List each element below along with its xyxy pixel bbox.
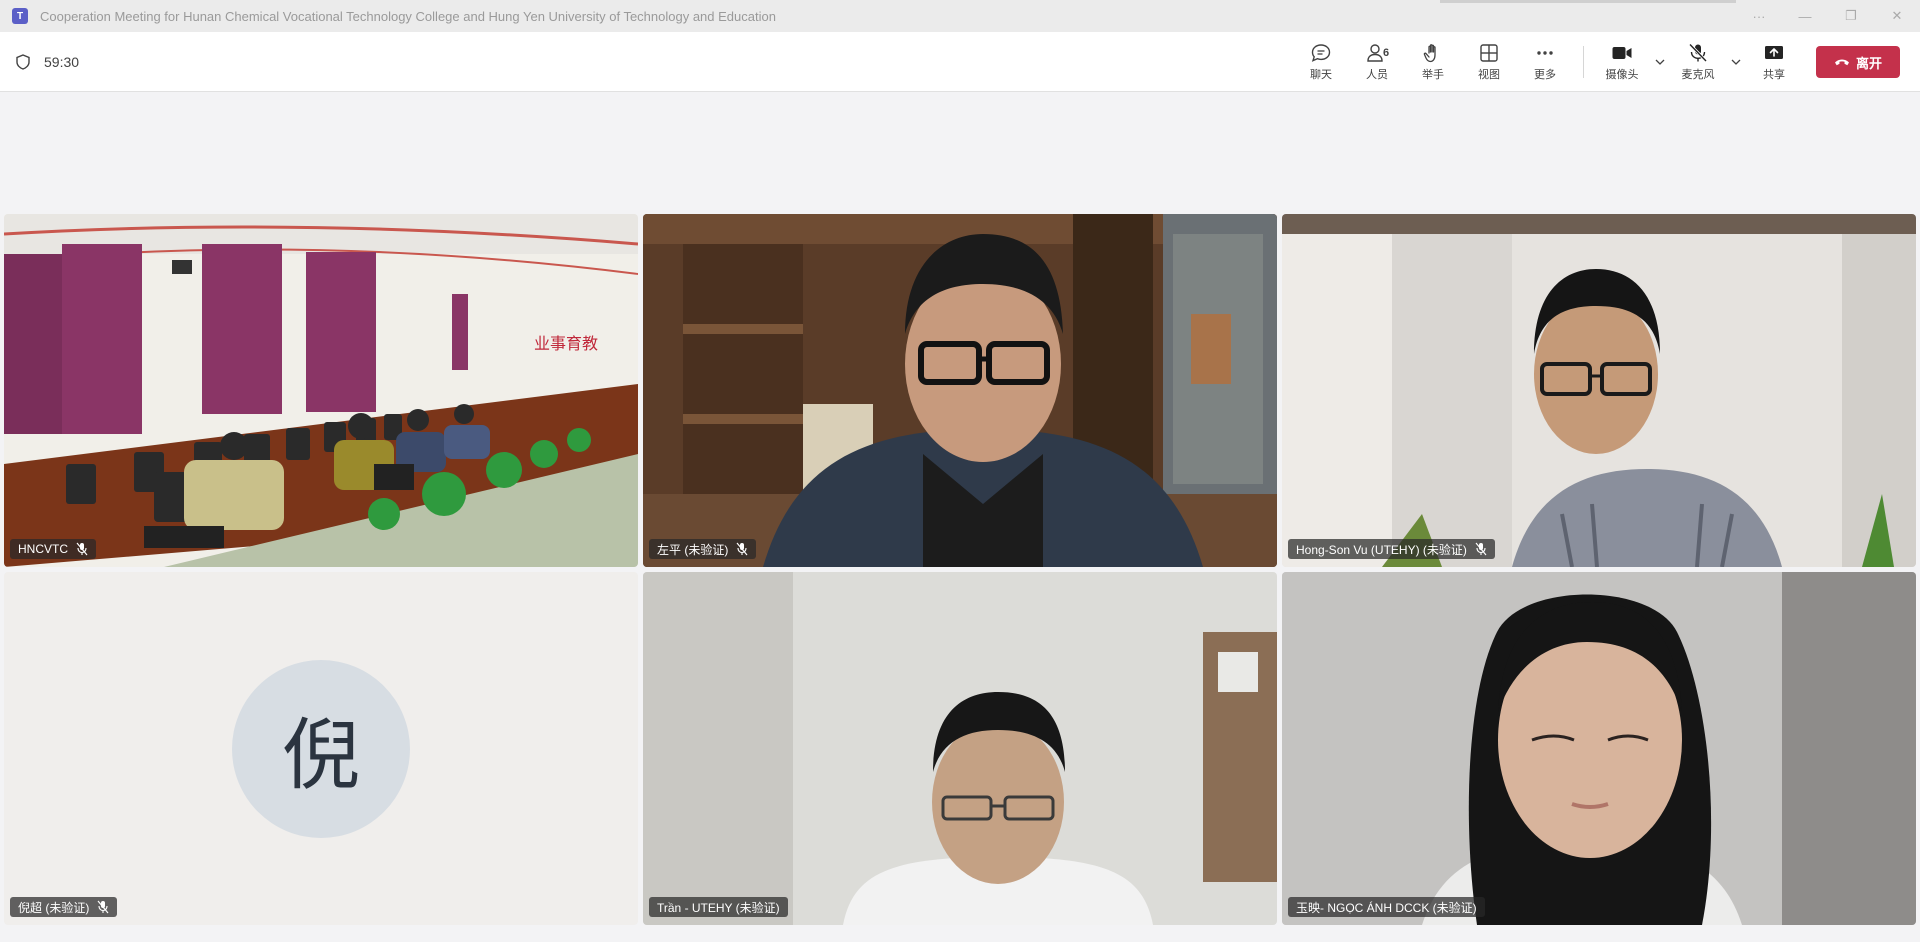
participant-name: Trần - UTEHY (未验证) bbox=[657, 900, 780, 915]
participant-name-tag: 玉映- NGỌC ÁNH DCCK (未验证) bbox=[1288, 897, 1485, 917]
camera-label: 摄像头 bbox=[1605, 68, 1639, 81]
view-button[interactable]: 视图 bbox=[1461, 36, 1517, 88]
grid-view-icon bbox=[1480, 43, 1498, 62]
participant-name-tag: Hong-Son Vu (UTEHY) (未验证) bbox=[1288, 539, 1495, 559]
video-feed-woman bbox=[1282, 572, 1916, 925]
mic-muted-icon bbox=[76, 542, 88, 556]
video-feed-man-office bbox=[1282, 214, 1916, 567]
people-count: 6 bbox=[1383, 47, 1390, 59]
participant-name: 倪超 (未验证) bbox=[18, 900, 90, 915]
participant-name-tag: 左平 (未验证) bbox=[649, 539, 757, 559]
minimize-button[interactable]: — bbox=[1782, 0, 1828, 32]
close-button[interactable]: ✕ bbox=[1874, 0, 1920, 32]
more-options-icon[interactable]: ··· bbox=[1736, 0, 1782, 32]
leave-label: 离开 bbox=[1855, 55, 1882, 71]
participant-name-tag: Trần - UTEHY (未验证) bbox=[649, 897, 788, 917]
mic-label: 麦克风 bbox=[1681, 68, 1715, 81]
chat-button[interactable]: 聊天 bbox=[1293, 36, 1349, 88]
more-icon bbox=[1537, 50, 1553, 55]
participant-tile-hncvtc[interactable]: 业事育教 HNCVTC bbox=[4, 214, 638, 567]
more-button[interactable]: 更多 bbox=[1517, 36, 1573, 88]
meeting-timer: 59:30 bbox=[16, 54, 79, 70]
mic-muted-icon bbox=[736, 542, 748, 556]
people-label: 人员 bbox=[1366, 68, 1388, 81]
participant-name: HNCVTC bbox=[18, 542, 68, 556]
avatar: 倪 bbox=[232, 660, 410, 838]
participant-name-tag: HNCVTC bbox=[10, 539, 96, 559]
title-bar-strip bbox=[1440, 0, 1736, 3]
chevron-down-icon bbox=[1731, 59, 1741, 65]
video-feed-man-bookshelf bbox=[643, 214, 1277, 567]
mic-muted-icon bbox=[1475, 542, 1487, 556]
share-screen-icon bbox=[1765, 45, 1783, 59]
chat-label: 聊天 bbox=[1310, 68, 1332, 81]
timer-text: 59:30 bbox=[44, 53, 80, 70]
participant-tile-hong-son-vu[interactable]: Hong-Son Vu (UTEHY) (未验证) bbox=[1282, 214, 1916, 567]
leave-button[interactable]: 离开 bbox=[1816, 46, 1900, 78]
participant-name: 左平 (未验证) bbox=[657, 542, 729, 557]
hand-icon bbox=[1423, 43, 1436, 62]
shield-icon bbox=[16, 53, 30, 70]
participant-name: Hong-Son Vu (UTEHY) (未验证) bbox=[1296, 542, 1467, 557]
participant-tile-ni-chao[interactable]: 倪 倪超 (未验证) bbox=[4, 572, 638, 925]
toolbar-divider bbox=[1583, 46, 1584, 78]
participant-tile-zuo-ping[interactable]: 左平 (未验证) bbox=[643, 214, 1277, 567]
svg-text:业事育教: 业事育教 bbox=[534, 334, 598, 353]
chat-icon bbox=[1311, 43, 1331, 62]
people-button[interactable]: 6 人员 bbox=[1349, 36, 1405, 88]
title-bar: T Cooperation Meeting for Hunan Chemical… bbox=[0, 0, 1920, 32]
meeting-toolbar: 59:30 聊天 6 人员 举手 视图 更多 摄像头 麦克风 共享 离开 bbox=[0, 32, 1920, 92]
mic-button[interactable]: 麦克风 bbox=[1670, 36, 1726, 88]
camera-icon bbox=[1612, 46, 1632, 59]
mic-muted-icon bbox=[97, 900, 109, 914]
window-title: Cooperation Meeting for Hunan Chemical V… bbox=[40, 8, 776, 24]
share-label: 共享 bbox=[1763, 68, 1785, 81]
raise-hand-button[interactable]: 举手 bbox=[1405, 36, 1461, 88]
share-button[interactable]: 共享 bbox=[1746, 36, 1802, 88]
hang-up-icon bbox=[1834, 59, 1849, 66]
participant-name-tag: 倪超 (未验证) bbox=[10, 897, 118, 917]
more-label: 更多 bbox=[1534, 68, 1556, 81]
mic-options-dropdown[interactable] bbox=[1726, 36, 1746, 88]
participant-name: 玉映- NGỌC ÁNH DCCK (未验证) bbox=[1296, 900, 1477, 915]
view-label: 视图 bbox=[1478, 68, 1500, 81]
participant-tile-ngoc-anh[interactable]: 玉映- NGỌC ÁNH DCCK (未验证) bbox=[1282, 572, 1916, 925]
teams-icon: T bbox=[12, 8, 28, 24]
mic-off-icon bbox=[1688, 42, 1708, 62]
chevron-down-icon bbox=[1655, 59, 1665, 65]
video-feed-classroom: 业事育教 bbox=[4, 214, 638, 567]
camera-options-dropdown[interactable] bbox=[1650, 36, 1670, 88]
raise-hand-label: 举手 bbox=[1422, 68, 1444, 81]
maximize-button[interactable]: ❐ bbox=[1828, 0, 1874, 32]
participant-tile-tran-utehy[interactable]: Trần - UTEHY (未验证) bbox=[643, 572, 1277, 925]
video-feed-man-whitewall bbox=[643, 572, 1277, 925]
camera-button[interactable]: 摄像头 bbox=[1594, 36, 1650, 88]
